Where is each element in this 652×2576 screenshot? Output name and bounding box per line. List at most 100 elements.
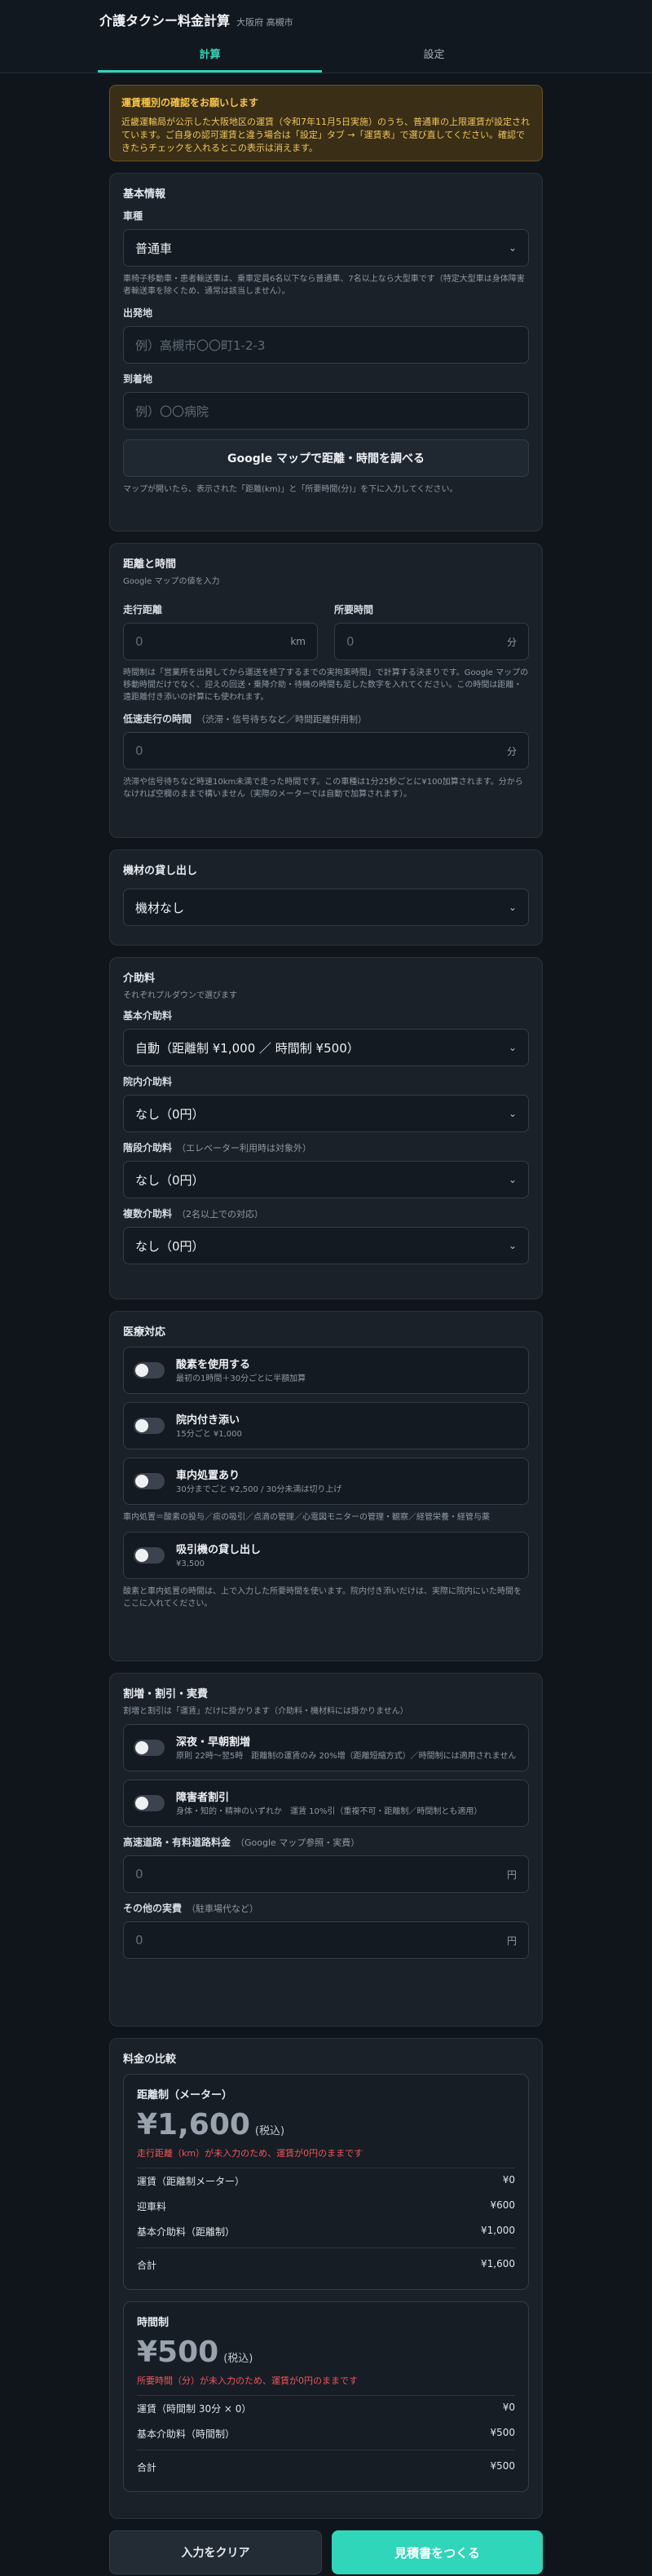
result-row: 基本介助料（時間制） ¥500	[137, 2427, 515, 2440]
treatment-help: 車内処置＝酸素の投与／痰の吸引／点滴の管理／心電図モニターの管理・観察／経管栄養…	[123, 1513, 490, 1522]
result-row: 迎車料 ¥600	[137, 2199, 515, 2212]
toggle-title: 院内付き添い	[176, 1414, 240, 1427]
other-placeholder: 0	[135, 1933, 143, 1947]
tab-calculate[interactable]: 計算	[98, 31, 322, 73]
toll-label: 高速道路・有料道路料金 （Google マップ参照・実費）	[123, 1837, 360, 1848]
result-row: 運賃（時間制 30分 × 0） ¥0	[137, 2402, 515, 2415]
tab-bar: 計算 設定	[0, 31, 652, 73]
distance-result: 距離制（メーター） ¥1,600 (税込) 走行距離（km）が未入力のため、運賃が…	[123, 2074, 529, 2290]
app-header: 介護タクシー料金計算 大阪府 高槻市	[0, 0, 652, 31]
toggle-title: 障害者割引	[176, 1792, 230, 1804]
escort-toggle-card[interactable]: 院内付き添い 15分ごと ¥1,000	[123, 1402, 529, 1449]
basic-care-label: 基本介助料	[123, 1010, 173, 1021]
multi-care-select[interactable]: なし（0円） ⌄	[123, 1227, 529, 1264]
suction-toggle[interactable]	[134, 1547, 165, 1564]
app-title: 介護タクシー料金計算	[99, 13, 231, 29]
care-fee-card: 介助料 それぞれプルダウンで選びます 基本介助料 自動（距離制 ¥1,000 ／…	[109, 957, 543, 1299]
treatment-toggle-card[interactable]: 車内処置あり 30分までごと ¥2,500 / 30分未満は切り上げ	[123, 1458, 529, 1505]
slow-driving-help: 渋滞や信号待ちなど時速10km未満で走った時間です。この車種は1分25秒ごとに¥…	[123, 778, 523, 799]
distance-input[interactable]: 0 km	[123, 623, 318, 660]
toggle-title: 深夜・早朝割増	[176, 1736, 251, 1749]
yen-unit: 円	[506, 1934, 517, 1947]
time-input[interactable]: 0 分	[334, 623, 529, 660]
destination-placeholder: 例）〇〇病院	[135, 404, 209, 419]
card-subtitle: Google マップの値を入力	[123, 577, 220, 586]
slow-placeholder: 0	[135, 743, 143, 758]
result-total: 合計 ¥1,600	[137, 2247, 515, 2278]
suction-toggle-card[interactable]: 吸引機の貸し出し ¥3,500	[123, 1532, 529, 1579]
toggle-desc: 15分ごと ¥1,000	[176, 1430, 242, 1439]
chevron-down-icon: ⌄	[508, 1174, 517, 1185]
hospital-care-label: 院内介助料	[123, 1076, 173, 1087]
card-title: 医療対応	[123, 1326, 166, 1339]
toggle-desc: 最初の1時間＋30分ごとに半額加算	[176, 1374, 306, 1383]
disabled-discount-toggle[interactable]	[134, 1795, 165, 1811]
equipment-select[interactable]: 機材なし ⌄	[123, 889, 529, 926]
card-subtitle: それぞれプルダウンで選びます	[123, 991, 237, 1000]
vehicle-select[interactable]: 普通車 ⌄	[123, 229, 529, 267]
toll-placeholder: 0	[135, 1867, 143, 1881]
basic-care-select[interactable]: 自動（距離制 ¥1,000 ／ 時間制 ¥500） ⌄	[123, 1029, 529, 1066]
toggle-title: 車内処置あり	[176, 1470, 240, 1482]
toggle-desc: ¥3,500	[176, 1559, 205, 1568]
result-row: 基本介助料（距離制） ¥1,000	[137, 2225, 515, 2238]
chevron-down-icon: ⌄	[508, 1240, 517, 1251]
equipment-card: 機材の貸し出し 機材なし ⌄	[109, 849, 543, 946]
basic-info-card: 基本情報 車種 普通車 ⌄ 車椅子移動車・患者輸送車は、乗車定員6名以下なら普通…	[109, 173, 543, 532]
stairs-care-value: なし（0円）	[135, 1172, 205, 1188]
oxygen-toggle-card[interactable]: 酸素を使用する 最初の1時間＋30分ごとに半額加算	[123, 1347, 529, 1394]
toggle-desc: 身体・知的・精神のいずれか 運賃 10%引（重複不可・距離制／時間制とも適用）	[176, 1807, 482, 1816]
multi-care-value: なし（0円）	[135, 1238, 205, 1254]
hospital-care-value: なし（0円）	[135, 1106, 205, 1122]
minute-unit: 分	[506, 636, 517, 648]
comparison-card: 料金の比較 距離制（メーター） ¥1,600 (税込) 走行距離（km）が未入力の…	[109, 2038, 543, 2519]
card-title: 基本情報	[123, 188, 166, 201]
result-row: 運賃（距離制メーター） ¥0	[137, 2174, 515, 2187]
treatment-toggle[interactable]	[134, 1473, 165, 1489]
chevron-down-icon: ⌄	[508, 1108, 517, 1119]
night-toggle-card[interactable]: 深夜・早朝割増 原則 22時〜翌5時 距離制の運賃のみ 20%増（距離短縮方式）…	[123, 1724, 529, 1771]
result-total: 合計 ¥500	[137, 2450, 515, 2480]
toggle-desc: 原則 22時〜翌5時 距離制の運賃のみ 20%増（距離短縮方式）／時間制には適用…	[176, 1752, 517, 1761]
hospital-care-select[interactable]: なし（0円） ⌄	[123, 1095, 529, 1132]
card-title: 介助料	[123, 973, 156, 985]
surcharge-card: 割増・割引・実費 割増と割引は「運賃」だけに掛かります（介助料・機材料には掛かり…	[109, 1673, 543, 2027]
main-content: 運賃種別の確認をお願いします 近畿運輸局が公示した大阪地区の運賃（令和7年11月…	[109, 85, 543, 2519]
origin-input[interactable]: 例）高槻市〇〇町1-2-3	[123, 326, 529, 364]
toggle-desc: 30分までごと ¥2,500 / 30分未満は切り上げ	[176, 1485, 342, 1494]
stairs-care-label: 階段介助料 （エレベーター利用時は対象外）	[123, 1142, 312, 1153]
disabled-discount-card[interactable]: 障害者割引 身体・知的・精神のいずれか 運賃 10%引（重複不可・距離制／時間制…	[123, 1780, 529, 1827]
chevron-down-icon: ⌄	[508, 902, 517, 913]
night-toggle[interactable]	[134, 1740, 165, 1756]
estimate-button[interactable]: 見積書をつくる	[332, 2530, 543, 2574]
time-label: 所要時間	[334, 604, 374, 615]
toll-input[interactable]: 0 円	[123, 1855, 529, 1893]
chevron-down-icon: ⌄	[508, 1042, 517, 1053]
clear-button[interactable]: 入力をクリア	[109, 2530, 322, 2574]
equipment-value: 機材なし	[135, 900, 185, 915]
slow-driving-input[interactable]: 0 分	[123, 732, 529, 770]
origin-label: 出発地	[123, 307, 153, 319]
toggle-title: 吸引機の貸し出し	[176, 1544, 262, 1556]
app-subtitle: 大阪府 高槻市	[236, 17, 293, 28]
yen-unit: 円	[506, 1868, 517, 1881]
destination-input[interactable]: 例）〇〇病院	[123, 392, 529, 430]
vehicle-label: 車種	[123, 210, 143, 222]
other-cost-input[interactable]: 0 円	[123, 1921, 529, 1959]
time-help: 時間制は「営業所を出発してから運送を終了するまでの実拘束時間」で計算する決まりで…	[123, 668, 529, 702]
vehicle-help: 車椅子移動車・患者輸送車は、乗車定員6名以下なら普通車、7名以上なら大型車です（…	[123, 275, 525, 296]
distance-label: 走行距離	[123, 604, 163, 615]
result-title: 時間制	[137, 2317, 170, 2329]
origin-placeholder: 例）高槻市〇〇町1-2-3	[135, 337, 266, 353]
destination-label: 到着地	[123, 373, 153, 385]
oxygen-toggle[interactable]	[134, 1362, 165, 1378]
tab-settings[interactable]: 設定	[322, 31, 546, 73]
card-title: 料金の比較	[123, 2053, 177, 2066]
time-placeholder: 0	[346, 634, 355, 649]
distance-placeholder: 0	[135, 634, 143, 649]
stairs-care-select[interactable]: なし（0円） ⌄	[123, 1161, 529, 1198]
result-title: 距離制（メーター）	[137, 2089, 233, 2102]
escort-toggle[interactable]	[134, 1418, 165, 1434]
basic-care-value: 自動（距離制 ¥1,000 ／ 時間制 ¥500）	[135, 1040, 359, 1056]
google-maps-button[interactable]: Google マップで距離・時間を調べる	[123, 439, 529, 477]
